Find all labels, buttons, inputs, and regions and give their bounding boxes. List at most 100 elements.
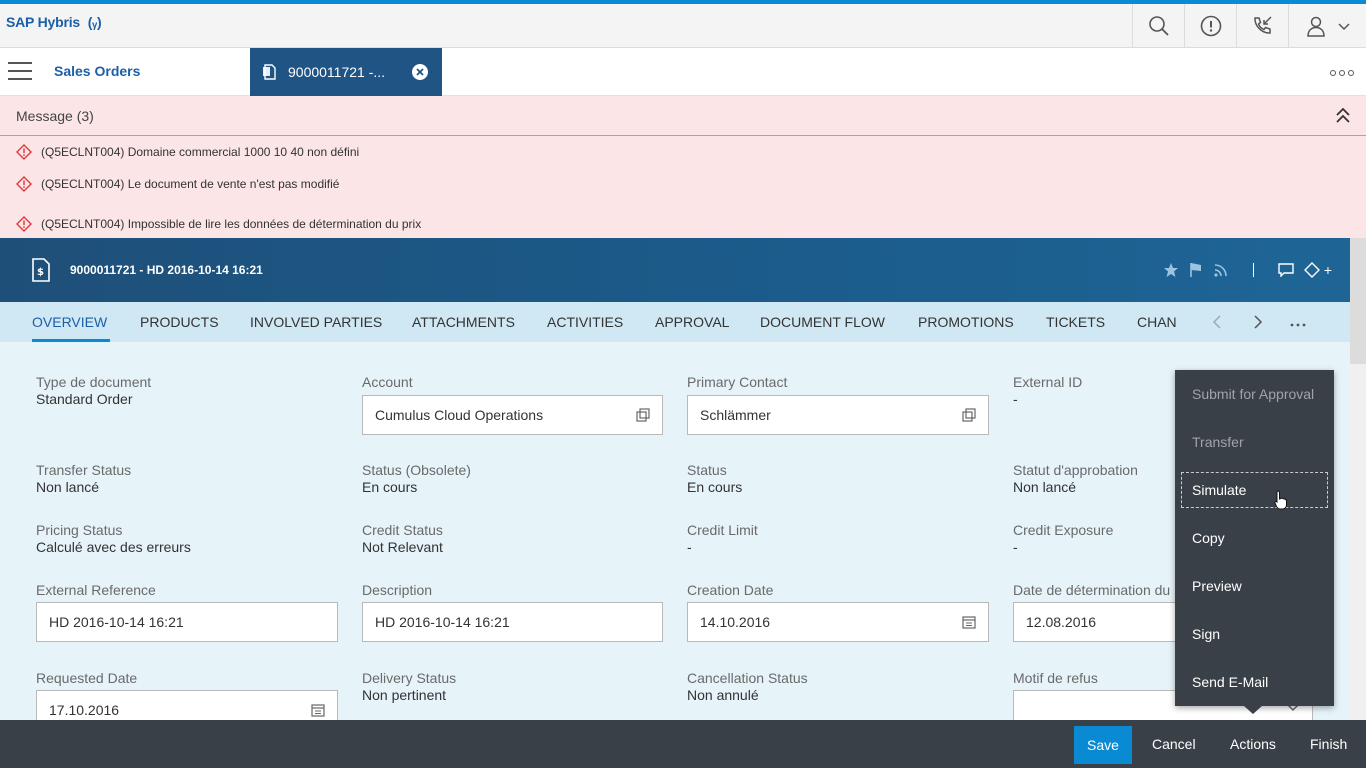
open-link-icon[interactable]	[636, 408, 650, 422]
external-reference-input[interactable]: HD 2016-10-14 16:21	[36, 602, 338, 642]
tab-sales-orders[interactable]: Sales Orders	[40, 48, 250, 96]
close-icon	[416, 68, 424, 76]
action-submit-for-approval[interactable]: Submit for Approval	[1192, 386, 1314, 402]
scrollbar-thumb[interactable]	[1350, 238, 1366, 364]
chevron-left-icon[interactable]	[1212, 314, 1222, 330]
field-external-id: External ID -	[1013, 374, 1083, 407]
open-link-icon[interactable]	[962, 408, 976, 422]
error-icon	[16, 176, 32, 192]
overview-form: Type de document Standard Order Account …	[0, 342, 1350, 720]
field-credit-exposure: Credit Exposure -	[1013, 522, 1114, 555]
tab-involved-parties[interactable]: INVOLVED PARTIES	[250, 302, 382, 342]
add-tag-button[interactable]: +	[1324, 262, 1332, 278]
tab-tickets[interactable]: TICKETS	[1046, 302, 1105, 342]
message-item: (Q5ECLNT004) Impossible de lire les donn…	[16, 216, 421, 232]
tab-attachments[interactable]: ATTACHMENTS	[412, 302, 515, 342]
chevron-down-icon	[1337, 23, 1350, 31]
field-statut-approbation: Statut d'approbation Non lancé	[1013, 462, 1138, 495]
field-type-document: Type de document Standard Order	[36, 374, 152, 407]
action-copy[interactable]: Copy	[1192, 530, 1225, 546]
calendar-icon[interactable]	[962, 615, 976, 629]
footer-toolbar: Save Cancel Actions Finish	[0, 720, 1366, 768]
field-external-reference: External Reference	[36, 582, 156, 598]
object-title: 9000011721 - HD 2016-10-14 16:21	[70, 263, 263, 277]
sales-document-icon: $	[32, 258, 50, 282]
header-divider	[1252, 263, 1254, 277]
user-menu-button[interactable]	[1288, 4, 1366, 48]
chevron-right-icon[interactable]	[1253, 314, 1263, 330]
search-button[interactable]	[1132, 4, 1184, 48]
star-icon[interactable]	[1163, 262, 1179, 278]
field-pricing-status: Pricing Status Calculé avec des erreurs	[36, 522, 191, 555]
menu-icon[interactable]	[8, 62, 32, 82]
alert-icon	[1200, 15, 1221, 37]
field-description: Description	[362, 582, 433, 598]
tab-overview[interactable]: OVERVIEW	[32, 302, 110, 342]
error-icon	[16, 216, 32, 232]
tab-products[interactable]: PRODUCTS	[140, 302, 219, 342]
actions-button[interactable]: Actions	[1230, 720, 1276, 768]
cancel-button[interactable]: Cancel	[1152, 720, 1196, 768]
object-header: $ 9000011721 - HD 2016-10-14 16:21 +	[0, 238, 1350, 302]
field-creation-date: Creation Date	[687, 582, 774, 598]
close-tab-button[interactable]	[412, 64, 428, 80]
save-button[interactable]: Save	[1074, 726, 1132, 764]
rss-icon[interactable]	[1213, 262, 1229, 278]
field-cancellation-status: Cancellation Status Non annulé	[687, 670, 808, 703]
search-icon	[1148, 16, 1169, 36]
account-input[interactable]: Cumulus Cloud Operations	[362, 395, 663, 435]
call-button[interactable]	[1236, 4, 1288, 48]
field-credit-status: Credit Status Not Relevant	[362, 522, 443, 555]
tab-document[interactable]: 9000011721 -...	[250, 48, 442, 96]
tab-document-label: 9000011721 -...	[288, 64, 386, 80]
field-status: Status En cours	[687, 462, 743, 495]
document-icon	[263, 64, 276, 80]
field-date-determination: Date de détermination du	[1013, 582, 1171, 598]
phone-incoming-icon	[1253, 16, 1272, 34]
comment-icon[interactable]	[1278, 263, 1294, 277]
action-sign[interactable]: Sign	[1192, 626, 1220, 642]
action-send-email[interactable]: Send E-Mail	[1192, 674, 1268, 690]
collapse-icon[interactable]	[1336, 108, 1350, 124]
action-preview[interactable]: Preview	[1192, 578, 1242, 594]
finish-button[interactable]: Finish	[1310, 720, 1347, 768]
tab-approval[interactable]: APPROVAL	[655, 302, 729, 342]
message-panel: Message (3) (Q5ECLNT004) Domaine commerc…	[0, 96, 1366, 238]
tab-changes[interactable]: CHAN	[1137, 302, 1177, 342]
message-item: (Q5ECLNT004) Le document de vente n'est …	[16, 176, 339, 192]
shell-bar: SAP Hybris (ᵧ)	[0, 0, 1366, 48]
field-delivery-status: Delivery Status Non pertinent	[362, 670, 457, 703]
overflow-icon[interactable]	[1330, 70, 1354, 76]
field-account: Account	[362, 374, 413, 390]
tag-icon[interactable]	[1303, 262, 1320, 278]
notifications-button[interactable]	[1184, 4, 1236, 48]
sap-hybris-logo[interactable]: SAP Hybris (ᵧ)	[6, 14, 102, 30]
requested-date-input[interactable]: 17.10.2016	[36, 690, 338, 720]
action-transfer[interactable]: Transfer	[1192, 434, 1244, 450]
message-item: (Q5ECLNT004) Domaine commercial 1000 10 …	[16, 144, 359, 160]
tab-document-flow[interactable]: DOCUMENT FLOW	[760, 302, 885, 342]
tab-bar: Sales Orders 9000011721 -...	[0, 48, 1366, 96]
error-icon	[16, 144, 32, 160]
field-primary-contact: Primary Contact	[687, 374, 788, 390]
actions-menu: Submit for Approval Transfer Simulate Co…	[1175, 370, 1334, 714]
popover-caret	[1244, 706, 1262, 714]
creation-date-input[interactable]: 14.10.2016	[687, 602, 989, 642]
scrollbar[interactable]	[1350, 238, 1366, 720]
hand-cursor-icon	[1274, 490, 1287, 510]
field-status-obsolete: Status (Obsolete) En cours	[362, 462, 471, 495]
svg-text:$: $	[37, 267, 44, 278]
tab-promotions[interactable]: PROMOTIONS	[918, 302, 1014, 342]
more-tabs-icon[interactable]	[1290, 323, 1306, 327]
action-simulate[interactable]: Simulate	[1192, 482, 1246, 498]
field-transfer-status: Transfer Status Non lancé	[36, 462, 132, 495]
detail-tabs: OVERVIEW PRODUCTS INVOLVED PARTIES ATTAC…	[0, 302, 1350, 342]
message-header[interactable]: Message (3)	[0, 96, 1366, 136]
tab-activities[interactable]: ACTIVITIES	[547, 302, 623, 342]
calendar-icon[interactable]	[311, 703, 325, 717]
field-motif-refus: Motif de refus	[1013, 670, 1098, 686]
description-input[interactable]: HD 2016-10-14 16:21	[362, 602, 663, 642]
logo-mark: (ᵧ)	[87, 14, 102, 30]
flag-icon[interactable]	[1189, 262, 1203, 278]
primary-contact-input[interactable]: Schlämmer	[687, 395, 989, 435]
